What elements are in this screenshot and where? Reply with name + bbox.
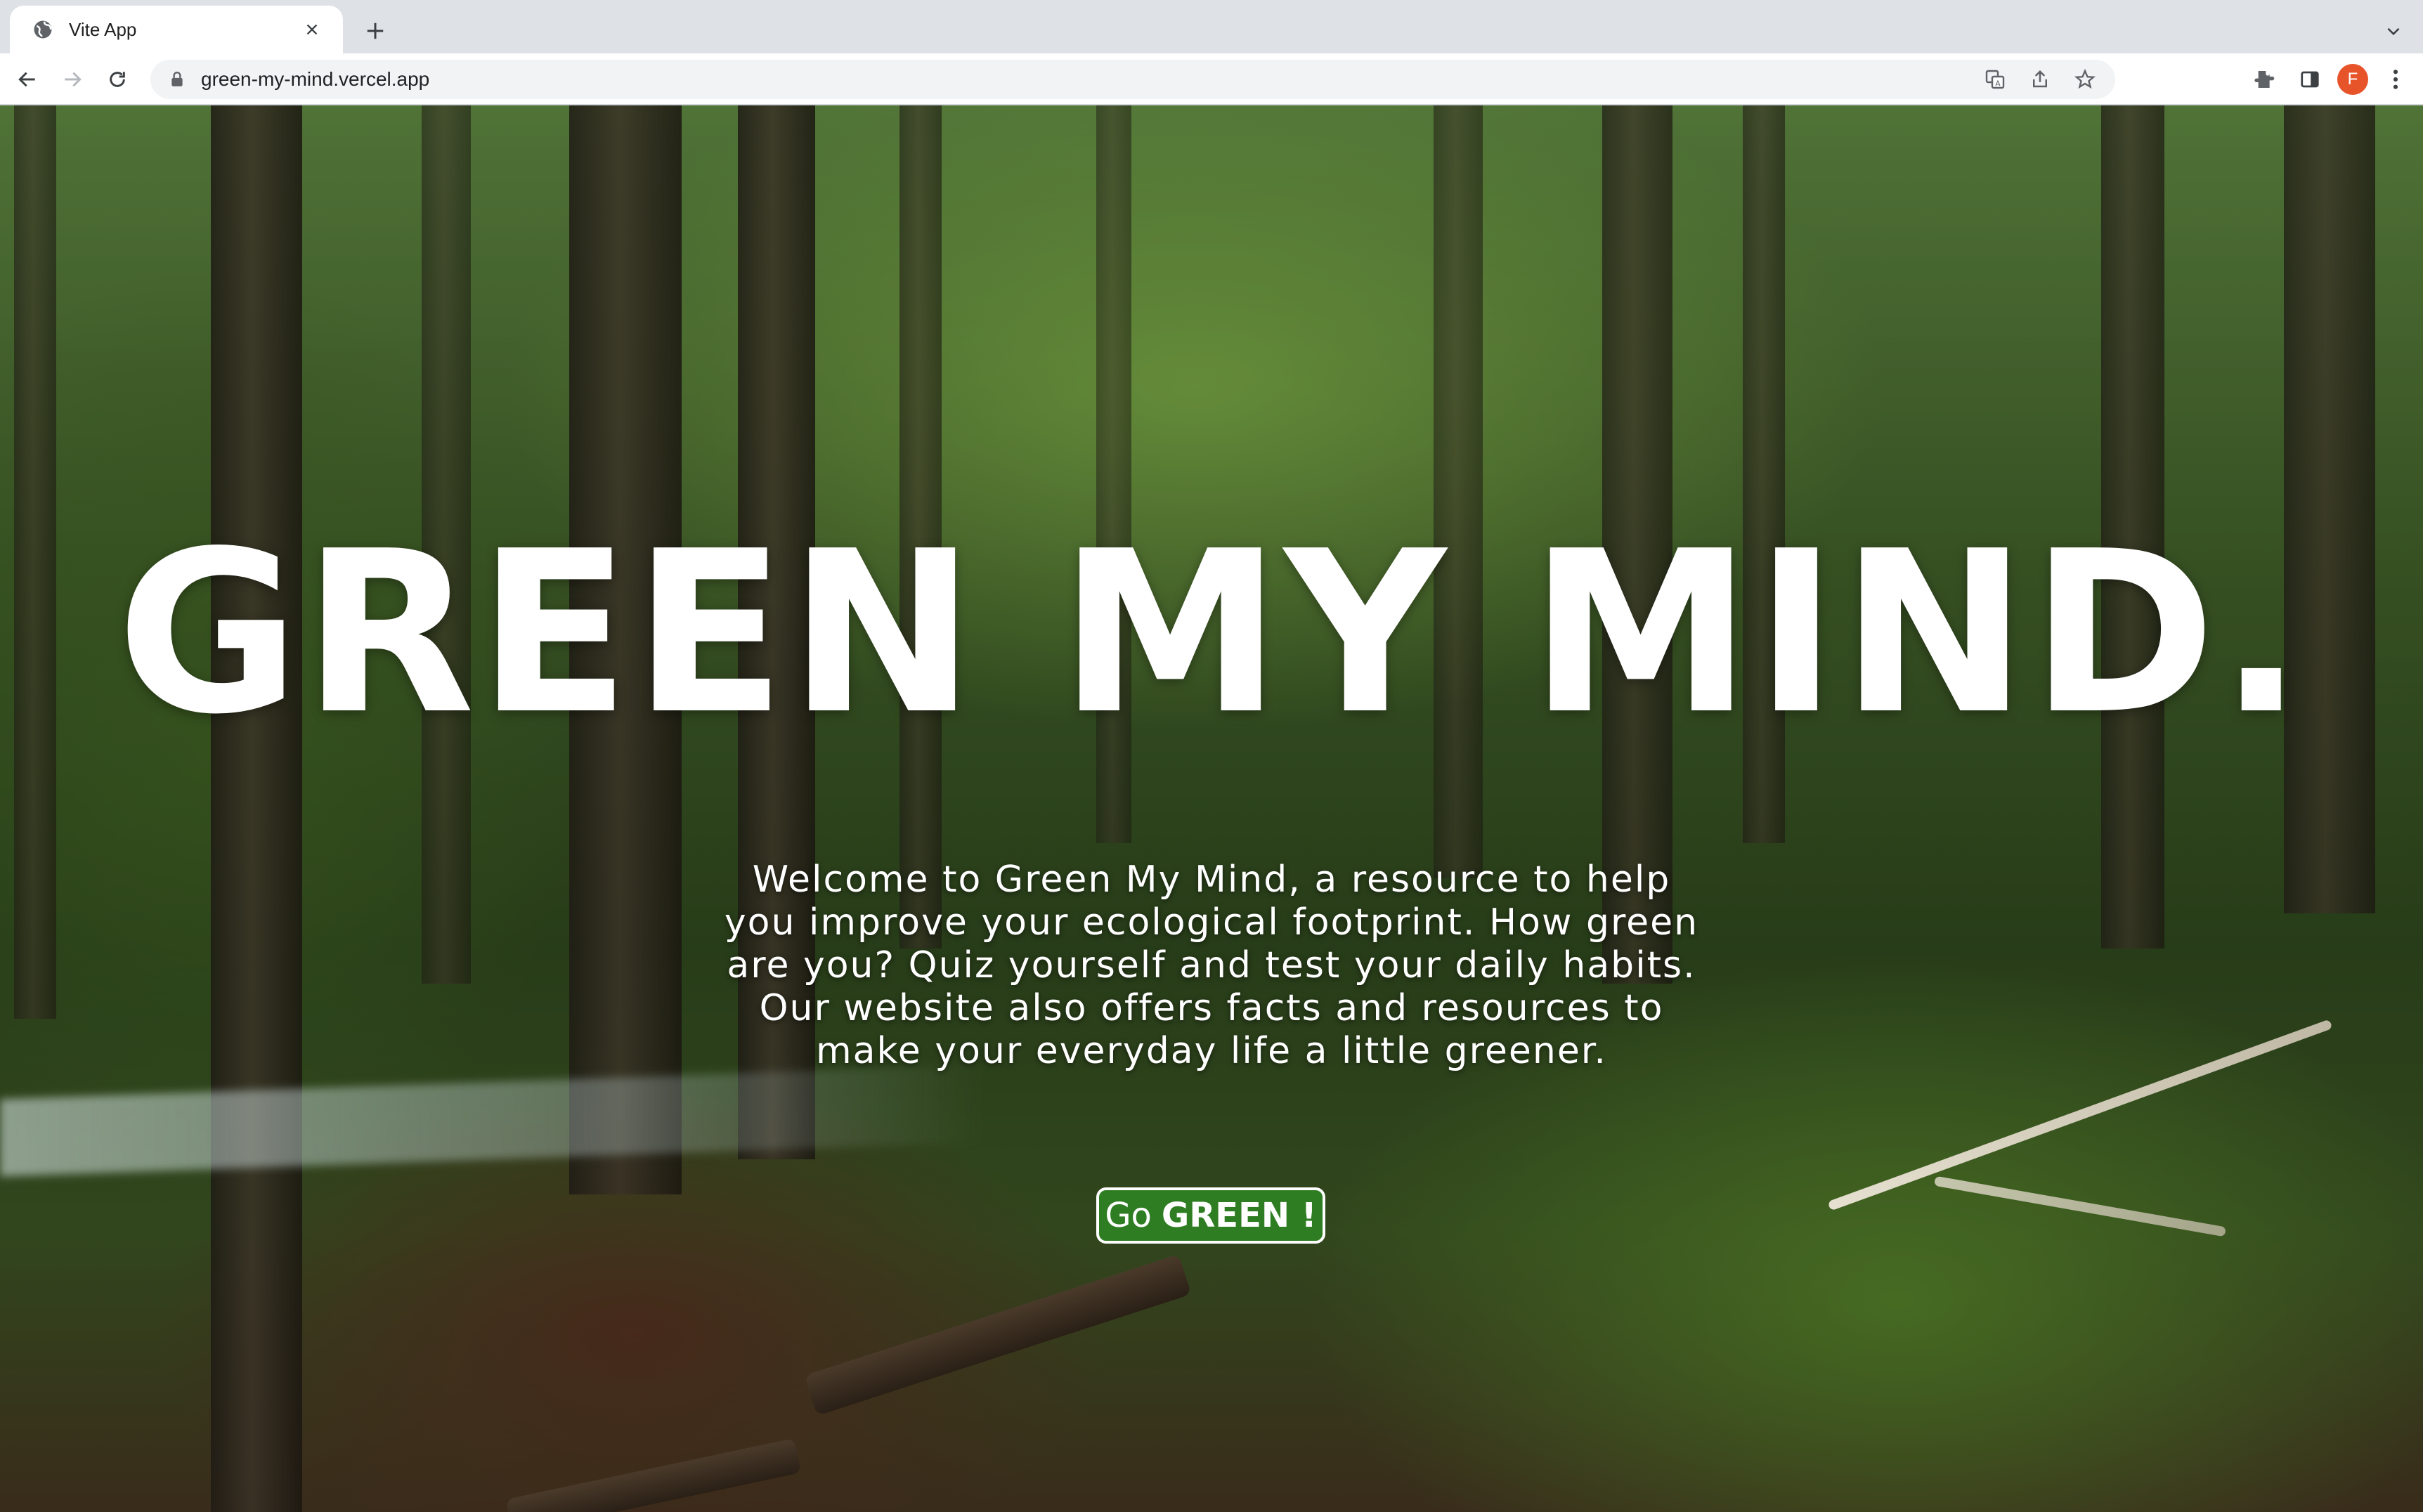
arrow-right-icon — [65, 72, 82, 87]
profile-avatar[interactable]: F — [2337, 64, 2368, 95]
extensions-puzzle-icon[interactable] — [2247, 62, 2282, 97]
tab-vite-app[interactable]: Vite App — [10, 6, 343, 53]
reload-icon — [110, 72, 125, 87]
close-icon[interactable] — [298, 15, 326, 44]
lock-icon[interactable] — [167, 70, 187, 89]
arrow-left-icon — [18, 72, 35, 87]
cta-prefix: Go — [1105, 1196, 1152, 1235]
go-green-button[interactable]: Go GREEN ! — [1096, 1187, 1325, 1244]
new-tab-button[interactable] — [358, 14, 392, 48]
hero-title: GREEN MY MIND. — [116, 503, 2307, 763]
star-icon[interactable] — [2069, 63, 2101, 96]
side-panel-icon[interactable] — [2292, 62, 2327, 97]
url-text[interactable]: green-my-mind.vercel.app — [201, 68, 429, 91]
reload-button[interactable] — [100, 62, 135, 97]
kebab-menu-icon[interactable] — [2378, 62, 2413, 97]
translate-icon[interactable]: A — [1979, 63, 2011, 96]
share-icon[interactable] — [2024, 63, 2056, 96]
chevron-down-icon[interactable] — [2378, 15, 2409, 46]
globe-icon — [31, 18, 55, 41]
hero-intro-text: Welcome to Green My Mind, a resource to … — [724, 859, 1699, 1072]
hero-section: GREEN MY MIND. Welcome to Green My Mind,… — [0, 105, 2423, 1512]
cta-emphasis: GREEN ! — [1161, 1196, 1317, 1235]
back-button[interactable] — [10, 62, 45, 97]
browser-toolbar: green-my-mind.vercel.app A F — [0, 53, 2423, 105]
svg-text:A: A — [1995, 79, 2001, 88]
address-bar[interactable]: green-my-mind.vercel.app A — [150, 60, 2115, 99]
forward-button[interactable] — [55, 62, 90, 97]
tab-title: Vite App — [69, 18, 137, 40]
tab-strip: Vite App — [0, 0, 2423, 53]
